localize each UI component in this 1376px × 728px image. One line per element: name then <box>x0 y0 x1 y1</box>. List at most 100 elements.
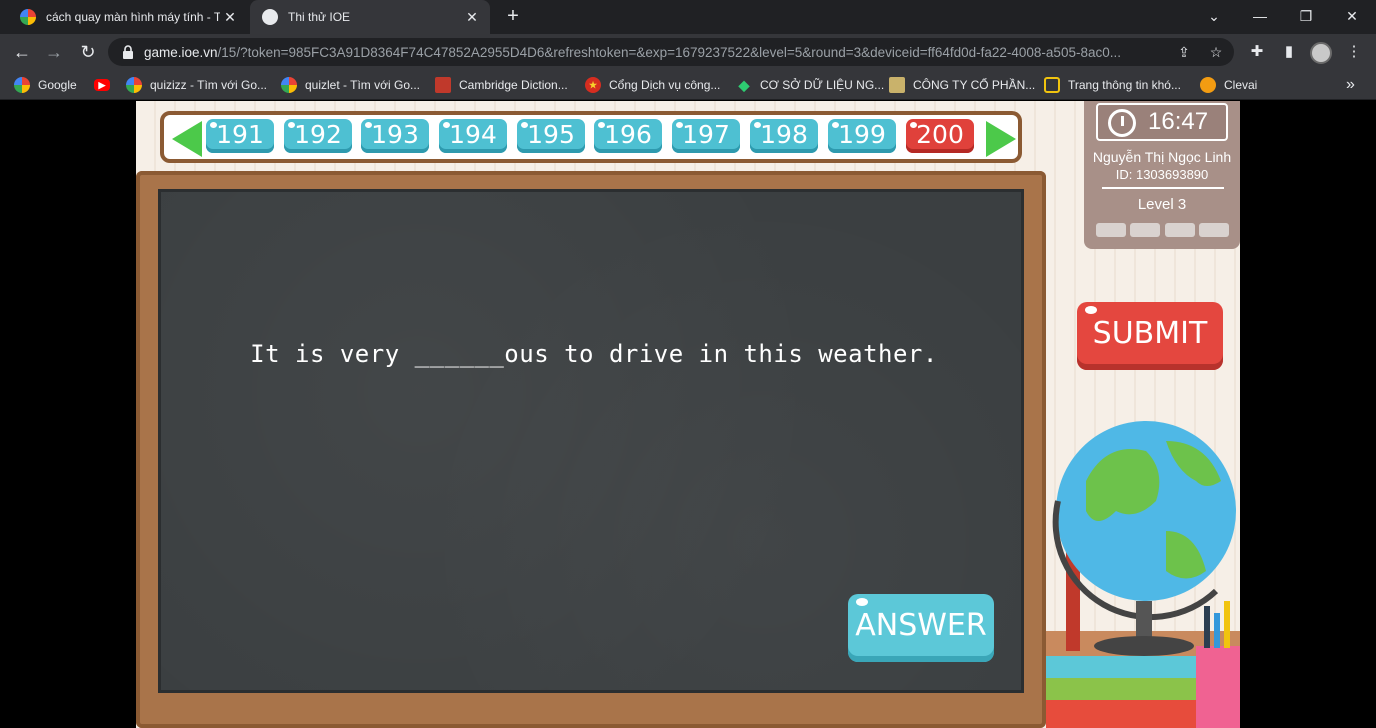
question-button-198[interactable]: 198 <box>750 119 818 153</box>
question-button-200[interactable]: 200 <box>906 119 974 153</box>
extensions-icon[interactable]: ✚ <box>1246 41 1268 63</box>
book <box>1046 678 1201 700</box>
cambridge-icon <box>435 77 451 93</box>
reload-button[interactable]: ↻ <box>76 40 100 64</box>
forward-button[interactable]: → <box>42 40 66 64</box>
tab-title: cách quay màn hình máy tính - Tì <box>46 10 220 24</box>
url-path: /15/?token=985FC3A91D8364F74C47852A2955D… <box>217 44 1121 60</box>
question-button-195[interactable]: 195 <box>517 119 585 153</box>
game-area: 191 192 193 194 195 196 197 198 199 200 … <box>136 101 1240 728</box>
emblem-icon: ★ <box>585 77 601 93</box>
google-icon <box>20 9 36 25</box>
previous-arrow-icon[interactable] <box>172 121 202 157</box>
alarm-clock-icon <box>1108 109 1136 137</box>
company-icon <box>889 77 905 93</box>
book <box>1046 700 1206 728</box>
question-button-193[interactable]: 193 <box>361 119 429 153</box>
star-icon[interactable]: ☆ <box>1206 42 1226 62</box>
address-bar[interactable]: game.ioe.vn/15/?token=985FC3A91D8364F74C… <box>108 38 1234 66</box>
pencil-cup <box>1196 646 1240 728</box>
bookmark-quizlet[interactable]: quizlet - Tìm với Go... <box>281 76 420 94</box>
answer-button[interactable]: ANSWER <box>848 594 994 662</box>
browser-toolbar: ← → ↻ game.ioe.vn/15/?token=985FC3A91D83… <box>0 34 1376 70</box>
submit-button[interactable]: SUBMIT <box>1077 302 1223 370</box>
menu-icon[interactable]: ⋮ <box>1343 41 1365 63</box>
question-button-194[interactable]: 194 <box>439 119 507 153</box>
google-icon <box>14 77 30 93</box>
diamond-icon: ◆ <box>738 76 750 93</box>
question-button-191[interactable]: 191 <box>206 119 274 153</box>
user-name: Nguyễn Thị Ngọc Linh <box>1092 149 1232 165</box>
bookmark-google[interactable]: Google <box>14 76 77 94</box>
question-button-196[interactable]: 196 <box>594 119 662 153</box>
level-label: Level 3 <box>1137 196 1187 213</box>
bookmark-cambridge[interactable]: Cambridge Diction... <box>435 76 568 94</box>
youtube-icon: ▶ <box>94 79 110 91</box>
new-tab-button[interactable]: + <box>502 5 524 27</box>
tab-title: Thi thử IOE <box>288 10 351 24</box>
bookmark-quizizz[interactable]: quizizz - Tìm với Go... <box>126 76 267 94</box>
level-progress-slot <box>1130 223 1160 237</box>
profile-avatar[interactable] <box>1310 42 1332 64</box>
back-button[interactable]: ← <box>10 40 34 64</box>
level-progress-slot <box>1165 223 1195 237</box>
bookmark-label: Cambridge Diction... <box>459 78 568 92</box>
bookmark-dichvucong[interactable]: ★ Cổng Dịch vụ công... <box>585 76 720 94</box>
side-panel-icon[interactable]: ▮ <box>1278 41 1300 63</box>
question-button-197[interactable]: 197 <box>672 119 740 153</box>
share-icon[interactable]: ⇪ <box>1174 42 1194 62</box>
google-icon <box>281 77 297 93</box>
user-id: ID: 1303693890 <box>1115 167 1209 182</box>
close-icon[interactable]: ✕ <box>220 9 240 26</box>
timer: 16:47 <box>1096 103 1228 141</box>
globe-stand <box>1136 601 1152 641</box>
bookmark-trangthongtin[interactable]: Trang thông tin khó... <box>1044 76 1181 94</box>
badge-icon <box>1044 77 1060 93</box>
bookmark-csdl[interactable]: ◆ CƠ SỞ DỮ LIỆU NG... <box>736 76 885 94</box>
restore-button[interactable]: ❐ <box>1294 4 1318 28</box>
bookmarks-overflow-button[interactable]: » <box>1346 76 1355 94</box>
player-info-panel: 16:47 Nguyễn Thị Ngọc Linh ID: 130369389… <box>1084 101 1240 249</box>
timer-value: 16:47 <box>1148 108 1209 135</box>
bookmark-label: Trang thông tin khó... <box>1068 78 1181 92</box>
google-icon <box>126 77 142 93</box>
bookmark-clevai[interactable]: Clevai <box>1200 76 1257 94</box>
bookmark-label: CƠ SỞ DỮ LIỆU NG... <box>760 78 885 92</box>
close-icon[interactable]: ✕ <box>462 9 482 26</box>
url-text: game.ioe.vn/15/?token=985FC3A91D8364F74C… <box>144 45 1234 60</box>
question-button-199[interactable]: 199 <box>828 119 896 153</box>
globe-base <box>1094 636 1194 656</box>
tab-search-icon[interactable]: ⌄ <box>1202 4 1226 28</box>
level-progress-slot <box>1096 223 1126 237</box>
question-text: It is very ______ous to drive in this we… <box>250 340 938 368</box>
bookmark-label: quizizz - Tìm với Go... <box>150 78 267 92</box>
globe-icon <box>1056 421 1236 601</box>
lock-icon <box>122 45 134 59</box>
question-navigator: 191 192 193 194 195 196 197 198 199 200 <box>160 111 1022 163</box>
bookmark-congty[interactable]: CÔNG TY CỔ PHẦN... <box>889 76 1035 94</box>
tab-ioe[interactable]: Thi thử IOE ✕ <box>250 0 490 34</box>
tab-strip: cách quay màn hình máy tính - Tì ✕ Thi t… <box>0 0 1376 34</box>
clevai-icon <box>1200 77 1216 93</box>
question-button-192[interactable]: 192 <box>284 119 352 153</box>
close-window-button[interactable]: ✕ <box>1340 4 1364 28</box>
bookmark-youtube[interactable]: ▶ <box>94 76 118 94</box>
level-progress-slot <box>1199 223 1229 237</box>
bookmarks-bar: Google ▶ quizizz - Tìm với Go... quizlet… <box>0 70 1376 100</box>
pencil <box>1214 613 1220 648</box>
panel-divider <box>1102 187 1224 189</box>
bookmark-label: CÔNG TY CỔ PHẦN... <box>913 78 1036 92</box>
bookmark-label: Google <box>38 78 77 92</box>
bookmark-label: Cổng Dịch vụ công... <box>609 78 721 92</box>
bookmark-label: quizlet - Tìm với Go... <box>305 78 421 92</box>
pencil <box>1224 601 1230 648</box>
minimize-button[interactable]: — <box>1248 4 1272 28</box>
url-host: game.ioe.vn <box>144 44 218 60</box>
next-arrow-icon[interactable] <box>986 121 1016 157</box>
pencil <box>1204 606 1210 648</box>
tab-google-search[interactable]: cách quay màn hình máy tính - Tì ✕ <box>8 0 248 34</box>
book <box>1046 656 1206 678</box>
bookmark-label: Clevai <box>1224 78 1258 92</box>
ioe-icon <box>262 9 278 25</box>
globe-and-books-illustration <box>1046 421 1240 728</box>
